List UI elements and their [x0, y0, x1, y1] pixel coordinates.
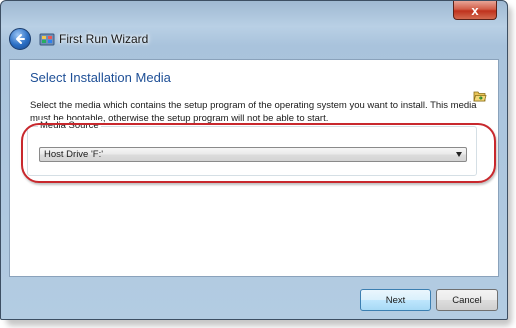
media-source-label: Media Source: [38, 120, 101, 131]
media-source-group: Media Source Host Drive 'F:': [27, 120, 477, 176]
window-title: First Run Wizard: [59, 32, 149, 46]
media-source-value: Host Drive 'F:': [44, 149, 104, 160]
wizard-window: First Run Wizard x Select Installation M…: [0, 0, 508, 320]
open-folder-icon[interactable]: [473, 89, 487, 103]
cancel-button[interactable]: Cancel: [436, 289, 498, 311]
back-button[interactable]: [9, 28, 31, 50]
close-button[interactable]: x: [453, 1, 497, 20]
chevron-down-icon: [456, 152, 462, 157]
next-button[interactable]: Next: [360, 289, 431, 311]
media-source-dropdown[interactable]: Host Drive 'F:': [39, 147, 467, 162]
title-bar: First Run Wizard x: [1, 1, 507, 59]
back-arrow-icon: [16, 34, 25, 44]
wizard-content: Select Installation Media Select the med…: [9, 59, 499, 277]
page-title: Select Installation Media: [30, 70, 171, 85]
virtualbox-icon: [39, 33, 55, 46]
